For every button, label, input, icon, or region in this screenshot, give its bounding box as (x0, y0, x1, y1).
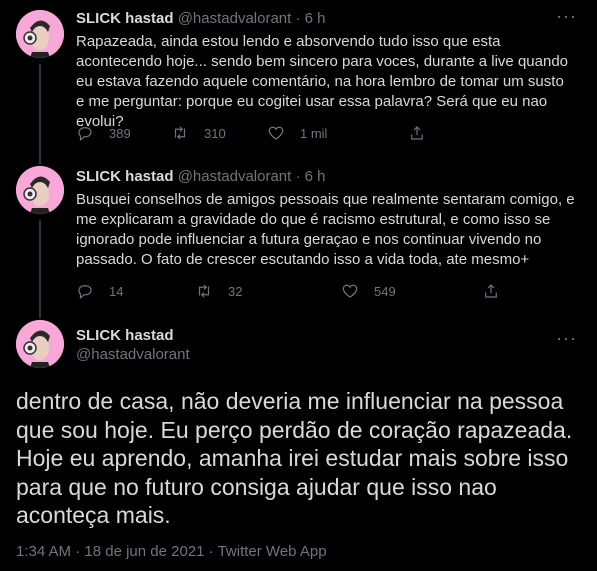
like-count: 1 mil (300, 125, 328, 141)
tweet-date[interactable]: 18 de jun de 2021 (84, 543, 204, 560)
display-name[interactable]: SLICK hastad (76, 10, 174, 27)
tweet-header: SLICK hastad @hastadvalorant · 6 h (76, 10, 326, 27)
reply-button[interactable]: 14 (76, 281, 195, 301)
avatar[interactable] (16, 166, 64, 214)
tweet-text: Busquei conselhos de amigos pessoais que… (76, 191, 575, 268)
display-name[interactable]: SLICK hastad (76, 327, 190, 344)
reply-icon (78, 127, 92, 141)
tweet-actions: 14 32 549 (76, 281, 500, 301)
retweet-count: 32 (228, 283, 243, 299)
tweet-source[interactable]: Twitter Web App (218, 543, 327, 560)
separator: · (75, 543, 81, 560)
like-count: 549 (374, 283, 396, 299)
retweet-icon (174, 126, 186, 140)
tweet-header: SLICK hastad @hastadvalorant · 6 h (76, 168, 326, 185)
share-icon (411, 126, 423, 140)
reply-count: 389 (109, 125, 131, 141)
tweet-text: dentro de casa, não deveria me influenci… (16, 388, 573, 528)
reply-button[interactable]: 389 (76, 123, 171, 143)
tweet-time[interactable]: 6 h (305, 168, 326, 185)
like-button[interactable]: 1 mil (267, 123, 408, 143)
avatar[interactable] (16, 320, 64, 368)
reply-icon (78, 285, 92, 299)
user-handle[interactable]: @hastadvalorant (76, 346, 190, 363)
separator: · (208, 543, 214, 560)
heart-icon (268, 126, 284, 140)
reply-count: 14 (109, 283, 124, 299)
retweet-icon (198, 284, 210, 298)
retweet-count: 310 (204, 125, 226, 141)
retweet-button[interactable]: 32 (195, 281, 341, 301)
share-button[interactable] (482, 281, 500, 301)
more-options-icon[interactable]: ··· (556, 328, 577, 349)
tweet-header: SLICK hastad @hastadvalorant (76, 327, 190, 363)
tweet-metadata: 1:34 AM · 18 de jun de 2021 · Twitter We… (16, 543, 327, 560)
more-options-icon[interactable]: ··· (556, 6, 577, 27)
like-button[interactable]: 549 (341, 281, 482, 301)
tweet-text: Rapazeada, ainda estou lendo e absorvend… (76, 33, 568, 130)
thread-line (39, 64, 41, 164)
retweet-button[interactable]: 310 (171, 123, 267, 143)
tweet-time[interactable]: 6 h (305, 10, 326, 27)
user-handle[interactable]: @hastadvalorant (178, 10, 292, 27)
tweet-actions: 389 310 1 mil (76, 123, 426, 143)
display-name[interactable]: SLICK hastad (76, 168, 174, 185)
thread-line (39, 220, 41, 318)
heart-icon (342, 284, 358, 298)
avatar[interactable] (16, 10, 64, 58)
separator: · (295, 168, 301, 185)
user-handle[interactable]: @hastadvalorant (178, 168, 292, 185)
share-icon (485, 284, 497, 298)
tweet-time[interactable]: 1:34 AM (16, 543, 71, 560)
share-button[interactable] (408, 123, 426, 143)
separator: · (295, 10, 301, 27)
